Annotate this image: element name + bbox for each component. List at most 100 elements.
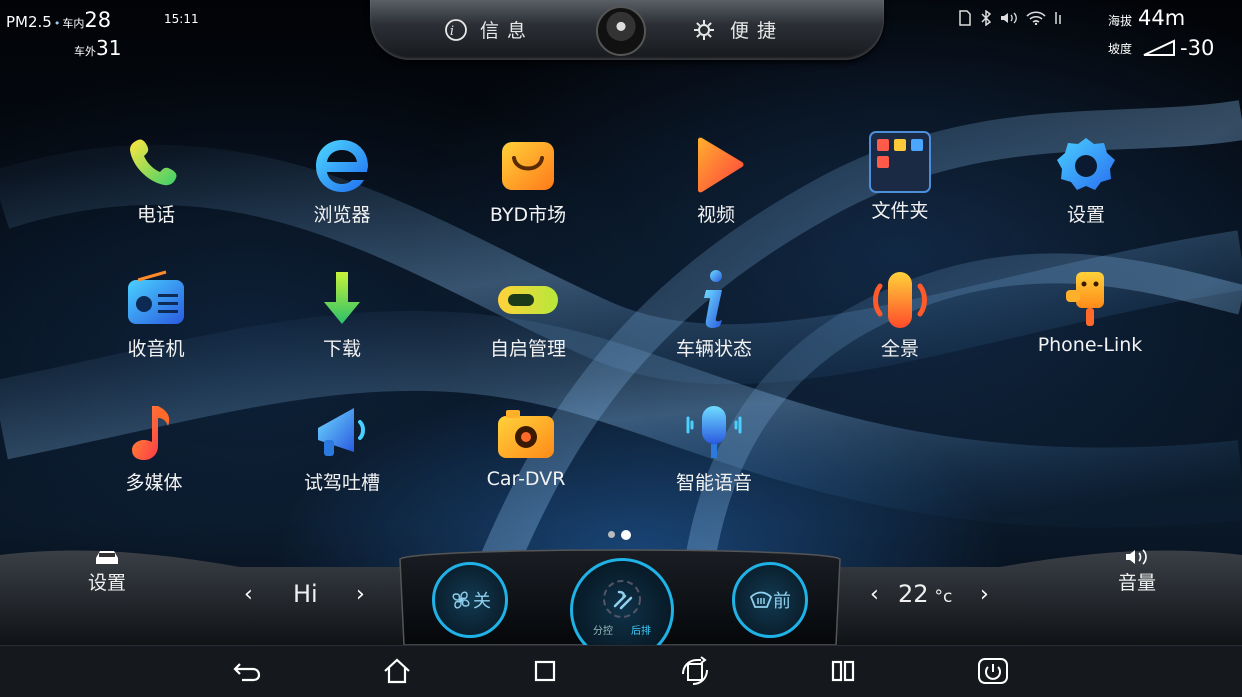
phone-link-icon	[1066, 272, 1104, 326]
app-download[interactable]: 下载	[272, 268, 412, 361]
back-icon	[233, 663, 261, 682]
volume-icon	[1126, 549, 1147, 565]
app-radio[interactable]: 收音机	[86, 268, 226, 361]
download-icon	[324, 272, 360, 324]
temp-increase-button[interactable]: ›	[980, 582, 989, 607]
top-pill: i 信息 便捷	[370, 0, 884, 60]
outside-value: 31	[96, 36, 122, 60]
app-multimedia[interactable]: 多媒体	[84, 402, 224, 495]
app-label: Car-DVR	[486, 468, 566, 490]
folder-icon	[869, 131, 931, 193]
app-folder[interactable]: 文件夹	[830, 130, 970, 223]
app-label: 自启管理	[489, 338, 566, 360]
temp-value: 22	[898, 580, 929, 608]
split-screen-icon	[831, 660, 855, 682]
toggle-icon	[498, 286, 558, 314]
defrost-icon	[749, 591, 773, 608]
quick-button[interactable]: 便捷	[692, 16, 784, 43]
dock-settings-label: 设置	[88, 572, 127, 594]
app-browser[interactable]: 浏览器	[272, 134, 412, 227]
home-button[interactable]	[380, 656, 414, 686]
recents-button[interactable]	[528, 656, 562, 686]
power-button[interactable]	[976, 656, 1010, 686]
page-dot-active[interactable]	[621, 530, 631, 540]
app-settings[interactable]: 设置	[1016, 134, 1156, 227]
app-autostart[interactable]: 自启管理	[458, 268, 598, 361]
dock-volume-label: 音量	[1118, 572, 1157, 594]
app-label: 电话	[136, 204, 175, 226]
app-label: 多媒体	[125, 472, 183, 494]
pm25-label: PM2.5	[6, 13, 52, 31]
app-vehicle-status[interactable]: 车辆状态	[644, 268, 784, 361]
altitude-value: 44m	[1138, 6, 1186, 30]
gear-icon	[694, 19, 714, 40]
app-label: 车辆状态	[675, 338, 752, 360]
svg-text:i: i	[450, 24, 462, 39]
app-panorama[interactable]: 全景	[830, 268, 970, 361]
app-phone-link[interactable]: Phone-Link	[1020, 268, 1160, 356]
temp-unit: °c	[934, 587, 953, 607]
recents-icon	[534, 660, 556, 682]
app-label: BYD市场	[489, 204, 567, 226]
rear-label[interactable]: 后排	[631, 622, 651, 637]
dock-volume-button[interactable]: 音量	[1118, 548, 1156, 595]
inside-label: 车内	[62, 17, 85, 30]
volume-status-icon	[1001, 12, 1017, 24]
app-video[interactable]: 视频	[646, 134, 786, 227]
app-test-drive-feedback[interactable]: 试驾吐槽	[272, 402, 412, 495]
slope-value: -30	[1180, 36, 1215, 60]
app-label: 浏览器	[313, 204, 371, 226]
back-button[interactable]	[230, 656, 264, 686]
microphone-icon	[686, 406, 742, 458]
page-dot[interactable]	[608, 531, 615, 538]
inside-value: 28	[84, 8, 112, 32]
signal-icon	[1055, 12, 1061, 24]
navigation-bar	[0, 645, 1242, 697]
fan-toggle-button[interactable]: 关	[432, 562, 508, 638]
dock-settings-button[interactable]: 设置	[88, 548, 126, 595]
wifi-icon	[1026, 11, 1046, 25]
app-label: 文件夹	[871, 200, 929, 222]
app-label: 智能语音	[675, 472, 752, 494]
avatar[interactable]	[596, 6, 646, 56]
app-label: 收音机	[127, 338, 185, 360]
slope-label: 坡度	[1108, 41, 1133, 56]
airflow-icon	[603, 579, 641, 618]
app-market[interactable]: BYD市场	[458, 134, 598, 227]
panorama-icon	[873, 272, 927, 328]
altitude-readout: 海拔 44m	[1108, 6, 1185, 30]
car-icon	[96, 551, 118, 564]
app-phone[interactable]: 电话	[86, 134, 226, 227]
fan-increase-button[interactable]: ›	[356, 582, 365, 607]
altitude-label: 海拔	[1108, 14, 1133, 28]
home-icon	[384, 658, 410, 684]
pm25-readout: PM2.5 • 车内28	[6, 8, 112, 32]
split-control-label[interactable]: 分控	[593, 622, 613, 637]
temperature-readout: 22 °c	[898, 580, 952, 608]
music-icon	[132, 406, 170, 460]
gear-icon	[1057, 138, 1115, 190]
defrost-label: 前	[773, 591, 791, 612]
browser-icon	[316, 140, 368, 192]
app-label: 设置	[1066, 204, 1105, 226]
app-label: Phone-Link	[1037, 334, 1143, 356]
split-screen-button[interactable]	[826, 656, 860, 686]
slope-icon	[1143, 39, 1176, 56]
rotate-button[interactable]	[678, 656, 712, 686]
fan-decrease-button[interactable]: ‹	[244, 582, 253, 607]
clock: 15:11	[164, 12, 199, 26]
app-voice-assistant[interactable]: 智能语音	[644, 402, 784, 495]
outside-readout: 车外31	[74, 36, 121, 60]
info-icon: i	[445, 18, 467, 41]
info-label: 信息	[480, 20, 535, 42]
info-button[interactable]: i 信息	[444, 16, 534, 43]
app-car-dvr[interactable]: Car-DVR	[456, 402, 596, 490]
front-defrost-button[interactable]: 前	[732, 562, 808, 638]
temp-decrease-button[interactable]: ‹	[870, 582, 879, 607]
fan-level: Hi	[293, 580, 318, 608]
radio-icon	[128, 270, 184, 324]
megaphone-icon	[318, 408, 365, 456]
info-icon	[704, 270, 722, 328]
sdcard-icon	[959, 10, 971, 26]
outside-label: 车外	[74, 45, 96, 58]
